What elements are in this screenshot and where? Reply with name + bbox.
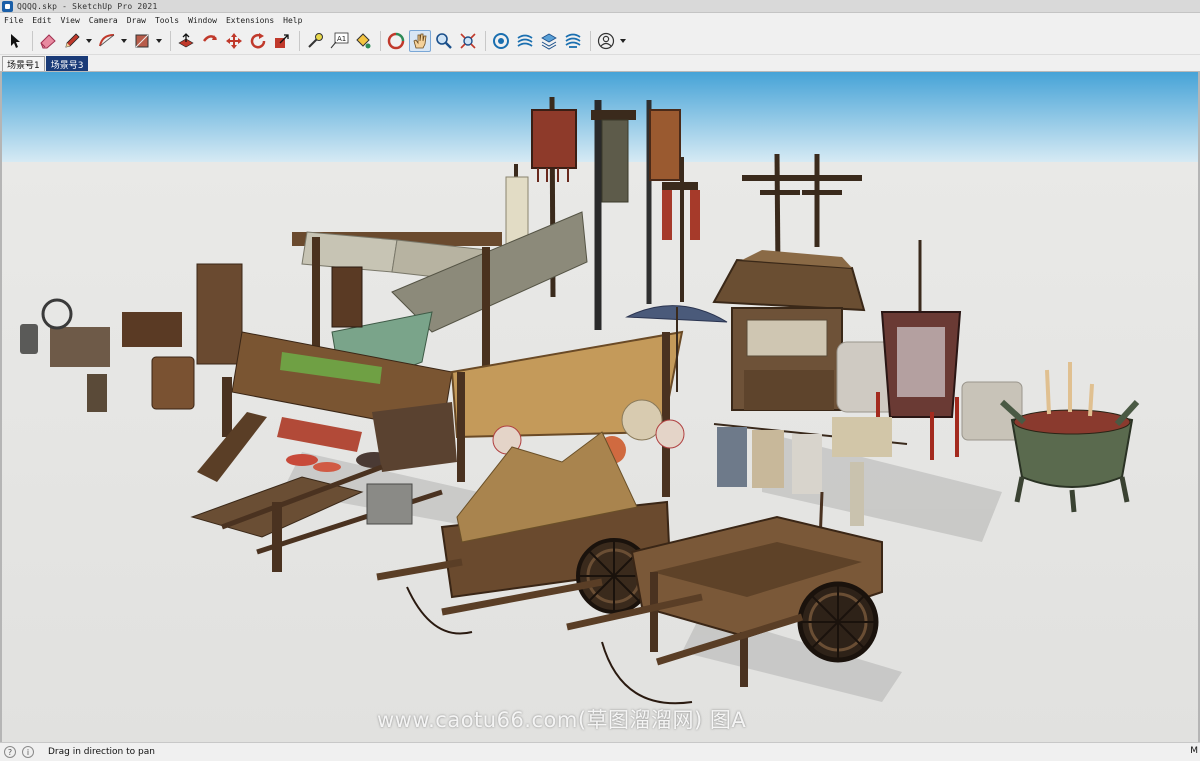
move-icon xyxy=(203,34,217,42)
extension-manager-icon xyxy=(565,33,581,48)
toolbar-separator xyxy=(32,30,33,51)
layout-button[interactable] xyxy=(538,30,560,52)
zoom-extents-icon xyxy=(460,32,476,49)
orbit-tool-button[interactable] xyxy=(385,30,407,52)
tape-measure-tool-button[interactable] xyxy=(304,30,326,52)
arc-icon xyxy=(99,33,115,46)
menu-window[interactable]: Window xyxy=(188,16,217,25)
menu-bar: File Edit View Camera Draw Tools Window … xyxy=(0,13,1200,27)
user-icon xyxy=(597,32,615,49)
toolbar-separator xyxy=(380,30,381,51)
menu-draw[interactable]: Draw xyxy=(127,16,146,25)
menu-camera[interactable]: Camera xyxy=(89,16,118,25)
account-button[interactable] xyxy=(595,30,617,52)
warehouse-icon xyxy=(493,32,509,49)
3d-warehouse-button[interactable] xyxy=(490,30,512,52)
eraser-icon xyxy=(40,33,56,48)
toolbar-separator xyxy=(299,30,300,51)
geolocation-icon[interactable]: ? xyxy=(4,746,16,758)
arc-tool-dropdown[interactable] xyxy=(120,30,128,52)
status-bar: ? i Drag in direction to pan M xyxy=(0,742,1200,761)
menu-help[interactable]: Help xyxy=(283,16,302,25)
zoom-extents-tool-button[interactable] xyxy=(457,30,479,52)
zoom-tool-button[interactable] xyxy=(433,30,455,52)
status-message: Drag in direction to pan xyxy=(48,747,155,757)
extension-manager-button[interactable] xyxy=(562,30,584,52)
eraser-tool-button[interactable] xyxy=(37,30,59,52)
toolbar-separator xyxy=(170,30,171,51)
text-icon: A1 xyxy=(330,32,349,48)
tape-measure-icon xyxy=(308,32,323,48)
extension-warehouse-button[interactable] xyxy=(514,30,536,52)
rotate-tool-button[interactable] xyxy=(223,30,245,52)
window-title: QQQQ.skp - SketchUp Pro 2021 xyxy=(17,1,158,11)
credits-icon[interactable]: i xyxy=(22,746,34,758)
scene-tabs: 场景号1 场景号3 xyxy=(0,55,1200,72)
menu-file[interactable]: File xyxy=(4,16,23,25)
menu-extensions[interactable]: Extensions xyxy=(226,16,274,25)
rectangle-tool-dropdown[interactable] xyxy=(155,30,163,52)
arrow-cursor-icon xyxy=(11,33,20,48)
pencil-icon xyxy=(65,32,80,48)
sketchup-app-icon xyxy=(2,0,13,12)
line-tool-dropdown[interactable] xyxy=(85,30,93,52)
rectangle-tool-button[interactable] xyxy=(131,30,153,52)
arc-tool-button[interactable] xyxy=(96,30,118,52)
pan-tool-button[interactable] xyxy=(409,29,431,52)
paint-bucket-tool-button[interactable] xyxy=(352,30,374,52)
toolbar-separator xyxy=(485,30,486,51)
push-pull-icon xyxy=(178,32,194,47)
hand-icon xyxy=(413,33,427,48)
select-tool-button[interactable] xyxy=(4,30,26,52)
title-bar: QQQQ.skp - SketchUp Pro 2021 xyxy=(0,0,1200,13)
text-tool-label: A1 xyxy=(337,35,346,43)
layout-icon xyxy=(541,33,557,50)
menu-tools[interactable]: Tools xyxy=(155,16,179,25)
toolbar: A1 xyxy=(0,27,1200,55)
scene-render xyxy=(2,72,1198,742)
magnifier-icon xyxy=(436,32,452,49)
text-tool-button[interactable]: A1 xyxy=(328,30,350,52)
menu-view[interactable]: View xyxy=(61,16,80,25)
scale-icon xyxy=(250,32,266,48)
paint-bucket-icon xyxy=(356,32,371,48)
scene-tab-3[interactable]: 场景号3 xyxy=(45,56,89,71)
model-viewport[interactable]: www.caotu66.com(草图溜溜网) 图A xyxy=(0,72,1200,742)
account-dropdown[interactable] xyxy=(619,30,627,52)
watermark-text: www.caotu66.com(草图溜溜网) 图A xyxy=(377,708,747,732)
extension-warehouse-icon xyxy=(517,34,533,47)
offset-icon xyxy=(275,33,289,48)
orbit-icon xyxy=(387,32,405,49)
push-pull-tool-button[interactable] xyxy=(175,30,197,52)
measurements-label: M xyxy=(1190,746,1198,756)
scene-tab-1[interactable]: 场景号1 xyxy=(2,56,45,71)
scale-tool-button[interactable] xyxy=(247,30,269,52)
rectangle-icon xyxy=(135,34,149,47)
move-tool-button[interactable] xyxy=(199,30,221,52)
line-tool-button[interactable] xyxy=(61,30,83,52)
toolbar-separator xyxy=(590,30,591,51)
offset-tool-button[interactable] xyxy=(271,30,293,52)
rotate-icon xyxy=(226,32,242,49)
menu-edit[interactable]: Edit xyxy=(32,16,51,25)
